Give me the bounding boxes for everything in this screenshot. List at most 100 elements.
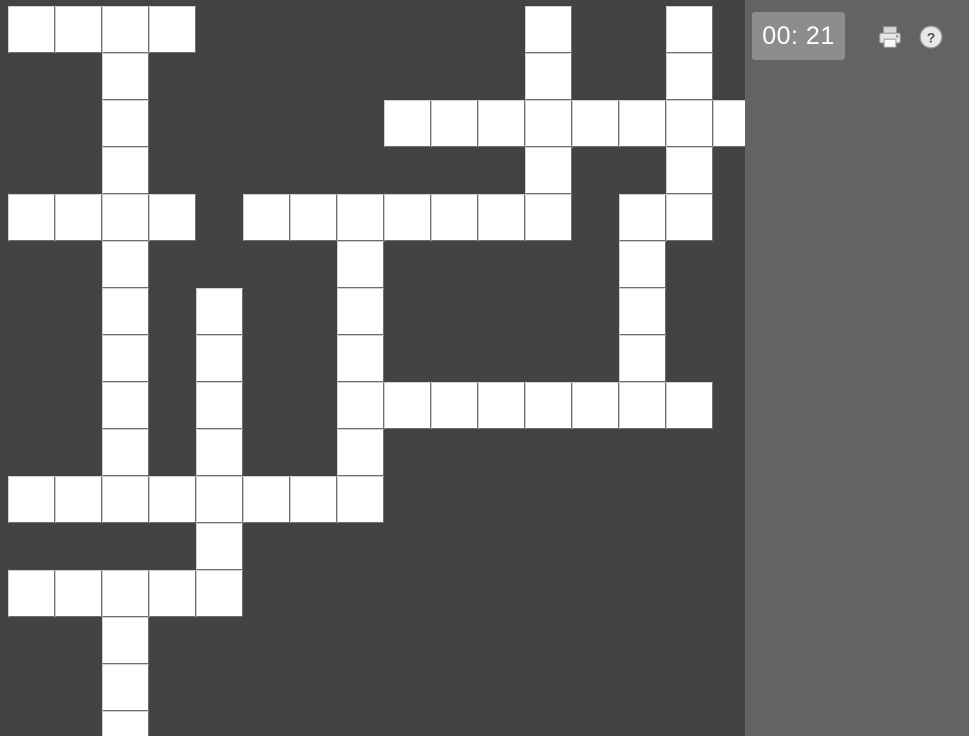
grid-cell-letter	[338, 195, 383, 240]
grid-cell-letter	[103, 571, 148, 616]
grid-cell[interactable]	[196, 523, 243, 570]
grid-cell[interactable]	[102, 476, 149, 523]
grid-cell[interactable]	[431, 194, 478, 241]
grid-cell-letter	[573, 383, 618, 428]
grid-cell[interactable]	[149, 6, 196, 53]
grid-cell-letter	[244, 195, 289, 240]
grid-cell[interactable]	[55, 194, 102, 241]
grid-cell[interactable]	[8, 570, 55, 617]
grid-cell-letter	[620, 336, 665, 381]
grid-cell[interactable]	[384, 382, 431, 429]
grid-cell[interactable]	[666, 194, 713, 241]
grid-cell[interactable]	[384, 194, 431, 241]
help-icon[interactable]: ?	[918, 24, 944, 50]
grid-cell-letter	[56, 7, 101, 52]
grid-cell[interactable]	[619, 382, 666, 429]
grid-cell[interactable]	[525, 194, 572, 241]
grid-cell[interactable]	[149, 570, 196, 617]
grid-cell[interactable]	[196, 476, 243, 523]
grid-cell[interactable]	[478, 100, 525, 147]
grid-cell[interactable]	[337, 241, 384, 288]
grid-cell[interactable]	[525, 100, 572, 147]
grid-cell[interactable]	[666, 53, 713, 100]
grid-cell[interactable]	[525, 147, 572, 194]
grid-cell[interactable]	[8, 6, 55, 53]
grid-cell[interactable]	[619, 335, 666, 382]
grid-cell[interactable]	[102, 194, 149, 241]
grid-cell-letter	[197, 336, 242, 381]
grid-cell[interactable]	[8, 194, 55, 241]
grid-cell[interactable]	[666, 382, 713, 429]
grid-cell[interactable]	[55, 570, 102, 617]
grid-cell[interactable]	[572, 382, 619, 429]
grid-cell[interactable]	[666, 100, 713, 147]
grid-cell[interactable]	[102, 664, 149, 711]
grid-cell[interactable]	[337, 288, 384, 335]
grid-cell[interactable]	[290, 194, 337, 241]
grid-cell[interactable]	[431, 382, 478, 429]
grid-cell-letter	[432, 195, 477, 240]
grid-cell[interactable]	[243, 476, 290, 523]
grid-cell[interactable]	[337, 194, 384, 241]
grid-cell[interactable]	[384, 100, 431, 147]
grid-cell[interactable]	[55, 6, 102, 53]
grid-cell[interactable]	[337, 335, 384, 382]
grid-cell[interactable]	[196, 429, 243, 476]
grid-cell[interactable]	[102, 147, 149, 194]
grid-cell[interactable]	[290, 476, 337, 523]
grid-cell[interactable]	[8, 476, 55, 523]
grid-cell[interactable]	[102, 617, 149, 664]
grid-cell[interactable]	[525, 53, 572, 100]
grid-cell-letter	[526, 383, 571, 428]
grid-cell[interactable]	[102, 711, 149, 736]
grid-cell[interactable]	[713, 100, 745, 147]
grid-cell[interactable]	[337, 429, 384, 476]
grid-cell[interactable]	[478, 382, 525, 429]
grid-cell[interactable]	[102, 100, 149, 147]
grid-cell-letter	[526, 195, 571, 240]
grid-cell-letter	[103, 383, 148, 428]
grid-cell-letter	[667, 7, 712, 52]
grid-cell[interactable]	[572, 100, 619, 147]
grid-cell-letter	[620, 242, 665, 287]
grid-cell[interactable]	[619, 100, 666, 147]
grid-cell[interactable]	[102, 570, 149, 617]
grid-cell[interactable]	[55, 476, 102, 523]
grid-cell[interactable]	[196, 288, 243, 335]
grid-cell-letter	[526, 101, 571, 146]
grid-cell[interactable]	[666, 147, 713, 194]
grid-cell-letter	[9, 571, 54, 616]
grid-cell[interactable]	[196, 570, 243, 617]
grid-cell[interactable]	[102, 6, 149, 53]
grid-cell[interactable]	[102, 335, 149, 382]
grid-cell[interactable]	[478, 194, 525, 241]
grid-cell[interactable]	[525, 382, 572, 429]
grid-cell-letter	[103, 148, 148, 193]
grid-cell-letter	[620, 289, 665, 334]
grid-cell[interactable]	[337, 382, 384, 429]
grid-cell[interactable]	[102, 288, 149, 335]
grid-cell-letter	[103, 54, 148, 99]
grid-cell-letter	[338, 289, 383, 334]
grid-cell[interactable]	[196, 335, 243, 382]
grid-cell[interactable]	[666, 6, 713, 53]
grid-cell[interactable]	[102, 241, 149, 288]
grid-cell[interactable]	[102, 382, 149, 429]
grid-cell-letter	[103, 242, 148, 287]
grid-cell[interactable]	[243, 194, 290, 241]
grid-cell[interactable]	[102, 429, 149, 476]
grid-cell[interactable]	[619, 194, 666, 241]
grid-cell[interactable]	[149, 476, 196, 523]
toolbar: 00: 21 ?	[752, 12, 962, 60]
grid-cell[interactable]	[525, 6, 572, 53]
grid-cell[interactable]	[431, 100, 478, 147]
grid-cell[interactable]	[196, 382, 243, 429]
grid-cell[interactable]	[337, 476, 384, 523]
grid-cell-letter	[667, 383, 712, 428]
grid-cell-letter	[103, 289, 148, 334]
grid-cell[interactable]	[619, 288, 666, 335]
grid-cell[interactable]	[149, 194, 196, 241]
grid-cell[interactable]	[619, 241, 666, 288]
grid-cell[interactable]	[102, 53, 149, 100]
printer-icon[interactable]	[877, 24, 903, 50]
